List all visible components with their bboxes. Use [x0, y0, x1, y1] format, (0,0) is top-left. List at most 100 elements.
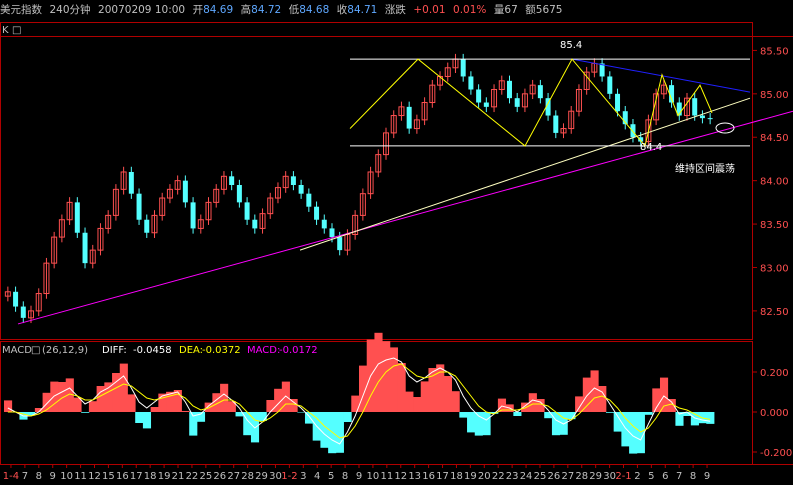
volume-value: 67	[504, 4, 518, 16]
diff-value: -0.0458	[133, 345, 172, 356]
time-tick-label: 9	[356, 471, 362, 482]
macd-tick-label: 0.200	[760, 368, 789, 379]
price-tick-label: 83.50	[760, 220, 789, 231]
macd-metric-value: -0.0172	[279, 345, 318, 356]
trendline-overlays	[17, 58, 793, 325]
candle-body-down	[707, 118, 713, 120]
time-tick-label: 28	[241, 471, 254, 482]
macd-bar-negative	[613, 412, 622, 432]
k-label: K	[2, 25, 9, 36]
time-tick-label: 4	[314, 471, 320, 482]
candle-body-down	[144, 219, 150, 233]
time-tick-label: 3	[300, 471, 306, 482]
candle-body-down	[236, 185, 242, 203]
macd-label: MACD	[2, 345, 32, 356]
amount-label: 额	[525, 4, 536, 16]
candlestick-series	[4, 53, 713, 324]
time-tick-label: 19	[158, 471, 171, 482]
macd-bar-positive	[104, 382, 113, 412]
quote-header: 美元指数 240分钟 20070209 10:00 开84.69 高84.72 …	[0, 0, 793, 20]
macd-bar-negative	[605, 412, 615, 413]
macd-bar-negative	[81, 412, 90, 413]
candle-body-down	[630, 124, 636, 138]
time-tick-label: 15	[102, 471, 115, 482]
time-tick-label: 2	[634, 471, 640, 482]
time-tick-label: 1-2	[281, 471, 297, 482]
time-tick-label: 8	[342, 471, 348, 482]
instrument-title: 美元指数	[0, 4, 42, 16]
macd-axis: 0.200 0.000 -0.200	[752, 368, 792, 459]
main-panel-frame	[0, 22, 753, 340]
candle-body-down	[13, 291, 19, 307]
candle-body-down	[537, 85, 543, 99]
candle-body-down	[699, 115, 705, 119]
macd-bar-positive	[351, 395, 360, 412]
macd-box[interactable]: □	[31, 345, 40, 356]
macd-tick-label: -0.200	[760, 448, 792, 459]
macd-bar-positive	[112, 373, 121, 412]
macd-bar-positive	[266, 400, 275, 412]
time-tick-label: 29	[255, 471, 268, 482]
macd-bar-positive	[420, 381, 429, 412]
candle-body-down	[607, 76, 613, 94]
change-pct: 0.01%	[453, 4, 487, 16]
candle-body-down	[82, 232, 88, 264]
macd-bar-negative	[320, 412, 329, 448]
time-tick-label: 21	[172, 471, 185, 482]
candle-body-down	[337, 237, 343, 251]
macd-bar-positive	[181, 411, 190, 412]
macd-bar-positive	[413, 397, 422, 412]
macd-bar-positive	[451, 391, 460, 412]
macd-bar-positive	[4, 400, 13, 412]
date-time: 20070209 10:00	[98, 4, 186, 16]
macd-bar-negative	[644, 412, 653, 415]
macd-bar-positive	[127, 394, 136, 412]
time-tick-label: 30	[603, 471, 616, 482]
macd-bar-positive	[382, 341, 391, 412]
change-value: +0.01	[413, 4, 446, 16]
volume-label: 量	[493, 4, 505, 16]
candle-body-down	[483, 102, 489, 107]
macd-bar-negative	[335, 412, 344, 453]
candle-body-down	[406, 106, 412, 129]
candle-body-down	[615, 93, 621, 112]
macd-bar-positive	[397, 363, 406, 412]
chart-canvas[interactable]: K □ 85.5085.0084.5084.0083.5083.0082.50 …	[0, 20, 793, 485]
candle-body-down	[329, 228, 335, 238]
macd-bar-negative	[513, 412, 522, 416]
candle-body-down	[252, 219, 258, 229]
macd-bar-negative	[142, 412, 152, 429]
time-tick-label: 29	[589, 471, 602, 482]
macd-bar-positive	[58, 382, 67, 412]
candle-body-down	[244, 202, 250, 220]
candle-body-down	[460, 59, 466, 77]
macd-bar-negative	[467, 412, 476, 433]
price-tick-label: 83.00	[760, 263, 789, 274]
macd-bar-negative	[482, 412, 491, 436]
time-tick-label: 25	[199, 471, 212, 482]
amount-value: 5675	[535, 4, 563, 16]
k-box[interactable]: □	[12, 25, 21, 36]
time-tick-label: 16	[116, 471, 129, 482]
macd-bar-positive	[443, 376, 453, 412]
price-tick-label: 85.00	[760, 90, 789, 101]
macd-bar-negative	[706, 412, 715, 424]
macd-bar-positive	[150, 407, 159, 412]
time-tick-label: 19	[464, 471, 477, 482]
time-tick-label: 18	[144, 471, 157, 482]
candle-body-down	[298, 185, 304, 194]
macd-bar-negative	[135, 412, 144, 423]
high-annotation: 85.4	[560, 40, 582, 51]
time-tick-label: 26	[213, 471, 226, 482]
price-axis: 85.50 85.00 84.50 84.00 83.50 83.00 82.50	[752, 46, 789, 318]
time-tick-label: 13	[408, 471, 421, 482]
time-tick-label: 30	[269, 471, 282, 482]
candle-body-down	[190, 202, 196, 229]
candle-body-down	[20, 306, 26, 318]
low-annotation: 84.4	[640, 142, 662, 153]
macd-bar-negative	[297, 412, 306, 413]
open-value: 84.69	[203, 4, 234, 16]
candle-body-down	[476, 89, 482, 103]
time-tick-label: 7	[676, 471, 682, 482]
period-label: 240分钟	[49, 4, 91, 16]
